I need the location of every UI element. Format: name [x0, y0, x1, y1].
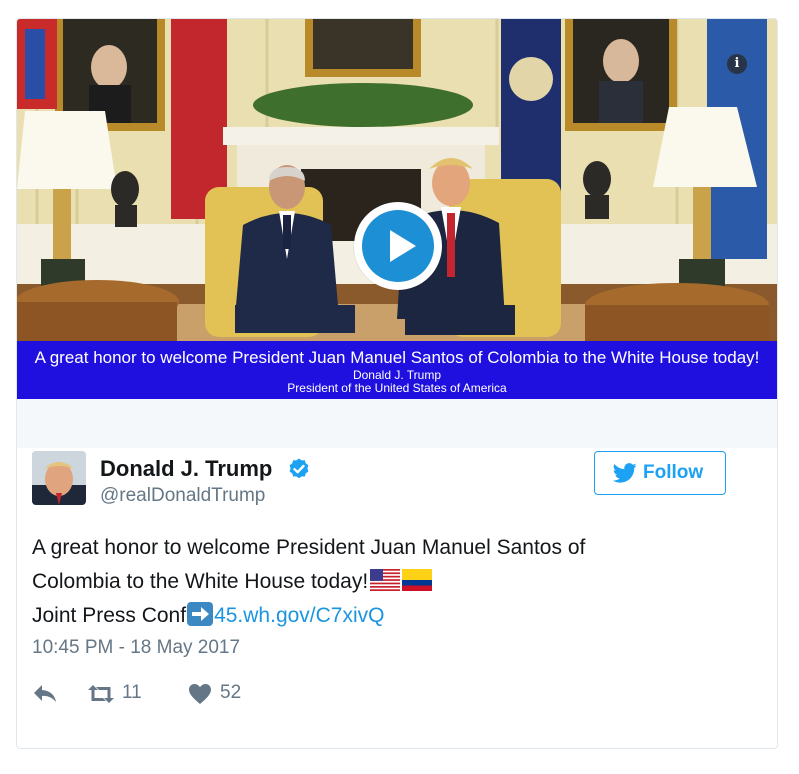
like-button[interactable]: 52 [188, 680, 258, 708]
author-display-name[interactable]: Donald J. Trump [100, 456, 272, 482]
author-handle[interactable]: @realDonaldTrump [100, 485, 265, 507]
tweet-link[interactable]: 45.wh.gov/C7xivQ [214, 604, 384, 627]
play-icon [362, 210, 434, 282]
media-footer-band [17, 399, 777, 448]
play-button[interactable] [354, 202, 442, 290]
retweet-count: 11 [122, 682, 142, 703]
twitter-bird-icon [613, 463, 637, 483]
info-icon[interactable]: i [727, 54, 747, 74]
follow-button-label: Follow [643, 462, 704, 483]
caption-headline: A great honor to welcome President Juan … [34, 348, 760, 367]
oval-office-photo [17, 19, 777, 341]
right-arrow-icon [187, 602, 214, 626]
tweet-actions: 11 52 [32, 680, 432, 708]
colombia-flag-icon [402, 569, 433, 591]
tweet-timestamp[interactable]: 10:45 PM - 18 May 2017 [32, 637, 240, 659]
avatar[interactable] [32, 451, 86, 505]
tweet-text-segment: Joint Press Conf [32, 604, 187, 627]
tweet-text: A great honor to welcome President Juan … [32, 531, 732, 633]
tweet-text-line-3: Joint Press Conf 45.wh.gov/C7xivQ [32, 599, 732, 633]
heart-icon [189, 684, 211, 704]
tweet-text-segment: Colombia to the White House today! [32, 570, 369, 593]
retweet-button[interactable]: 11 [86, 680, 166, 708]
tweet-text-line-1: A great honor to welcome President Juan … [32, 531, 732, 565]
reply-icon [34, 685, 56, 702]
video-player[interactable]: i A great honor to welcome President Jua… [17, 19, 777, 399]
reply-button[interactable] [32, 680, 62, 708]
tweet-text-segment: A great honor to welcome President Juan … [32, 536, 586, 559]
verified-badge-icon [289, 458, 309, 479]
caption-signature-title: President of the United States of Americ… [287, 381, 507, 395]
video-caption-banner: A great honor to welcome President Juan … [17, 341, 777, 399]
us-flag-icon [370, 569, 401, 591]
like-count: 52 [220, 682, 242, 703]
tweet-text-line-2: Colombia to the White House today! [32, 565, 732, 599]
retweet-icon [88, 685, 114, 703]
follow-button[interactable]: Follow [594, 451, 726, 495]
